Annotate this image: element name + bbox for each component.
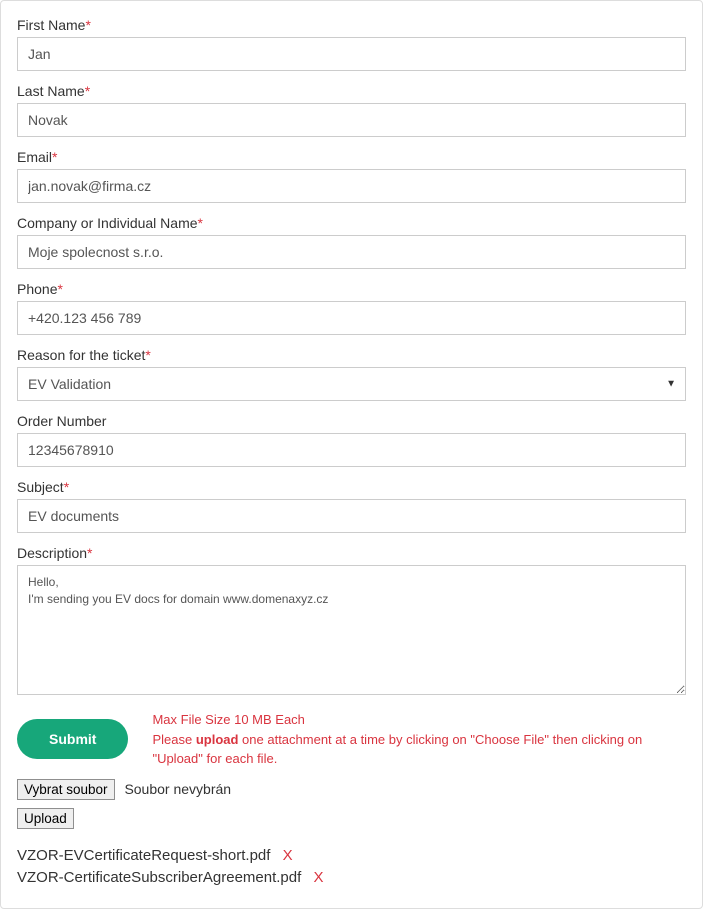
label-last-name-text: Last Name (17, 83, 85, 99)
required-marker: * (85, 83, 90, 99)
reason-select-wrap: EV Validation ▼ (17, 367, 686, 401)
field-description: Description* (17, 545, 686, 698)
upload-note-line2: Please upload one attachment at a time b… (152, 730, 686, 769)
phone-input[interactable] (17, 301, 686, 335)
subject-input[interactable] (17, 499, 686, 533)
label-subject-text: Subject (17, 479, 64, 495)
field-order-number: Order Number (17, 413, 686, 467)
required-marker: * (198, 215, 203, 231)
upload-note-line1: Max File Size 10 MB Each (152, 710, 686, 730)
remove-file-button[interactable]: X (313, 869, 323, 886)
label-subject: Subject* (17, 479, 686, 495)
ticket-form-card: First Name* Last Name* Email* Company or… (0, 0, 703, 909)
label-description-text: Description (17, 545, 87, 561)
label-company-text: Company or Individual Name (17, 215, 198, 231)
label-first-name-text: First Name (17, 17, 85, 33)
submit-button[interactable]: Submit (17, 719, 128, 759)
label-order-number-text: Order Number (17, 413, 106, 429)
label-phone: Phone* (17, 281, 686, 297)
label-email-text: Email (17, 149, 52, 165)
uploaded-file-name: VZOR-EVCertificateRequest-short.pdf (17, 847, 270, 864)
required-marker: * (52, 149, 57, 165)
upload-button[interactable]: Upload (17, 808, 74, 829)
choose-file-button[interactable]: Vybrat soubor (17, 779, 115, 800)
field-last-name: Last Name* (17, 83, 686, 137)
label-description: Description* (17, 545, 686, 561)
required-marker: * (57, 281, 62, 297)
reason-select[interactable]: EV Validation (17, 367, 686, 401)
remove-file-button[interactable]: X (283, 847, 293, 864)
field-reason: Reason for the ticket* EV Validation ▼ (17, 347, 686, 401)
field-first-name: First Name* (17, 17, 686, 71)
label-reason-text: Reason for the ticket (17, 347, 145, 363)
last-name-input[interactable] (17, 103, 686, 137)
file-status-text: Soubor nevybrán (124, 781, 231, 797)
field-email: Email* (17, 149, 686, 203)
required-marker: * (87, 545, 92, 561)
upload-note-line2-pre: Please (152, 732, 195, 747)
uploaded-file-item: VZOR-CertificateSubscriberAgreement.pdf … (17, 867, 686, 890)
uploaded-file-name: VZOR-CertificateSubscriberAgreement.pdf (17, 869, 301, 886)
field-phone: Phone* (17, 281, 686, 335)
required-marker: * (145, 347, 150, 363)
label-reason: Reason for the ticket* (17, 347, 686, 363)
company-input[interactable] (17, 235, 686, 269)
label-last-name: Last Name* (17, 83, 686, 99)
required-marker: * (64, 479, 69, 495)
description-textarea[interactable] (17, 565, 686, 695)
email-input[interactable] (17, 169, 686, 203)
upload-note-line2-bold: upload (196, 732, 239, 747)
field-company: Company or Individual Name* (17, 215, 686, 269)
submit-row: Submit Max File Size 10 MB Each Please u… (17, 710, 686, 769)
order-number-input[interactable] (17, 433, 686, 467)
uploaded-file-item: VZOR-EVCertificateRequest-short.pdf X (17, 845, 686, 868)
choose-file-row: Vybrat soubor Soubor nevybrán (17, 779, 686, 800)
label-company: Company or Individual Name* (17, 215, 686, 231)
label-email: Email* (17, 149, 686, 165)
uploaded-files-list: VZOR-EVCertificateRequest-short.pdf X VZ… (17, 845, 686, 890)
label-first-name: First Name* (17, 17, 686, 33)
field-subject: Subject* (17, 479, 686, 533)
upload-note: Max File Size 10 MB Each Please upload o… (152, 710, 686, 769)
label-phone-text: Phone (17, 281, 57, 297)
label-order-number: Order Number (17, 413, 686, 429)
upload-row: Upload (17, 808, 686, 829)
required-marker: * (85, 17, 90, 33)
first-name-input[interactable] (17, 37, 686, 71)
